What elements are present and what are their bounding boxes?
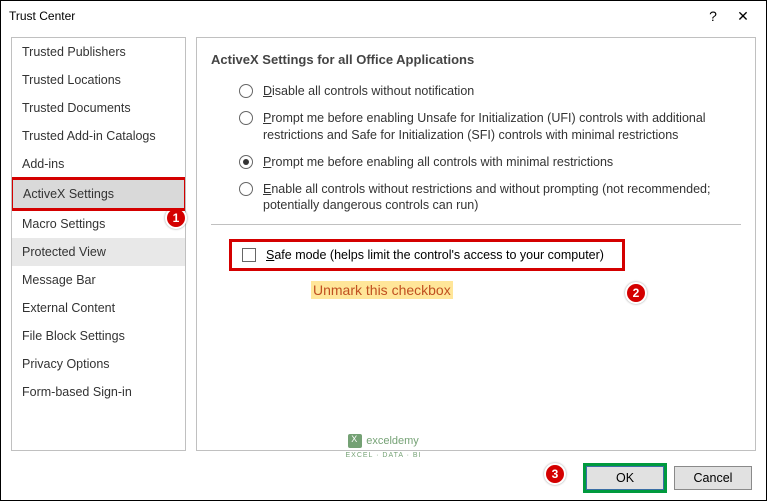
radio-disable-all[interactable]: Disable all controls without notificatio… xyxy=(239,83,741,100)
close-icon[interactable]: ✕ xyxy=(728,8,758,25)
watermark-sub: EXCEL · DATA · BI xyxy=(346,452,422,459)
help-icon[interactable]: ? xyxy=(698,8,728,24)
sidebar-item-file-block-settings[interactable]: File Block Settings xyxy=(12,322,185,350)
radio-icon[interactable] xyxy=(239,155,253,169)
sidebar-item-trusted-documents[interactable]: Trusted Documents xyxy=(12,94,185,122)
radio-prompt-all[interactable]: Prompt me before enabling all controls w… xyxy=(239,154,741,171)
watermark-brand: exceldemy xyxy=(366,435,419,447)
sidebar-item-trusted-locations[interactable]: Trusted Locations xyxy=(12,66,185,94)
divider xyxy=(211,224,741,225)
sidebar: Trusted Publishers Trusted Locations Tru… xyxy=(11,37,186,451)
dialog-body: Trusted Publishers Trusted Locations Tru… xyxy=(1,31,766,451)
sidebar-item-message-bar[interactable]: Message Bar xyxy=(12,266,185,294)
sidebar-item-macro-settings[interactable]: Macro Settings xyxy=(12,210,185,238)
sidebar-item-external-content[interactable]: External Content xyxy=(12,294,185,322)
watermark: exceldemy EXCEL · DATA · BI xyxy=(346,434,422,460)
footer: OK Cancel xyxy=(586,466,752,490)
titlebar: Trust Center ? ✕ xyxy=(1,1,766,31)
sidebar-item-privacy-options[interactable]: Privacy Options xyxy=(12,350,185,378)
radio-enable-all[interactable]: Enable all controls without restrictions… xyxy=(239,181,741,215)
annotation-text: Unmark this checkbox xyxy=(311,281,453,299)
callout-2: 2 xyxy=(625,282,647,304)
safemode-label: Safe mode (helps limit the control's acc… xyxy=(266,248,604,262)
content-panel: ActiveX Settings for all Office Applicat… xyxy=(196,37,756,451)
activex-radio-group: Disable all controls without notificatio… xyxy=(211,83,741,214)
sidebar-item-form-based-signin[interactable]: Form-based Sign-in xyxy=(12,378,185,406)
radio-label: Prompt me before enabling all controls w… xyxy=(263,154,741,171)
sidebar-item-add-ins[interactable]: Add-ins xyxy=(12,150,185,178)
trust-center-dialog: Trust Center ? ✕ Trusted Publishers Trus… xyxy=(0,0,767,501)
radio-label: Disable all controls without notificatio… xyxy=(263,83,741,100)
safemode-checkbox[interactable] xyxy=(242,248,256,262)
radio-icon[interactable] xyxy=(239,111,253,125)
radio-prompt-ufi[interactable]: Prompt me before enabling Unsafe for Ini… xyxy=(239,110,741,144)
callout-3: 3 xyxy=(544,463,566,485)
window-title: Trust Center xyxy=(9,9,698,23)
section-title: ActiveX Settings for all Office Applicat… xyxy=(211,52,741,67)
watermark-icon xyxy=(348,434,362,448)
cancel-button[interactable]: Cancel xyxy=(674,466,752,490)
safemode-row: Safe mode (helps limit the control's acc… xyxy=(229,239,625,271)
sidebar-item-trusted-addin-catalogs[interactable]: Trusted Add-in Catalogs xyxy=(12,122,185,150)
radio-label: Enable all controls without restrictions… xyxy=(263,181,741,215)
radio-label: Prompt me before enabling Unsafe for Ini… xyxy=(263,110,741,144)
sidebar-item-activex-settings[interactable]: ActiveX Settings xyxy=(11,177,186,211)
ok-button[interactable]: OK xyxy=(586,466,664,490)
sidebar-item-protected-view[interactable]: Protected View xyxy=(12,238,185,266)
radio-icon[interactable] xyxy=(239,84,253,98)
radio-icon[interactable] xyxy=(239,182,253,196)
sidebar-item-trusted-publishers[interactable]: Trusted Publishers xyxy=(12,38,185,66)
